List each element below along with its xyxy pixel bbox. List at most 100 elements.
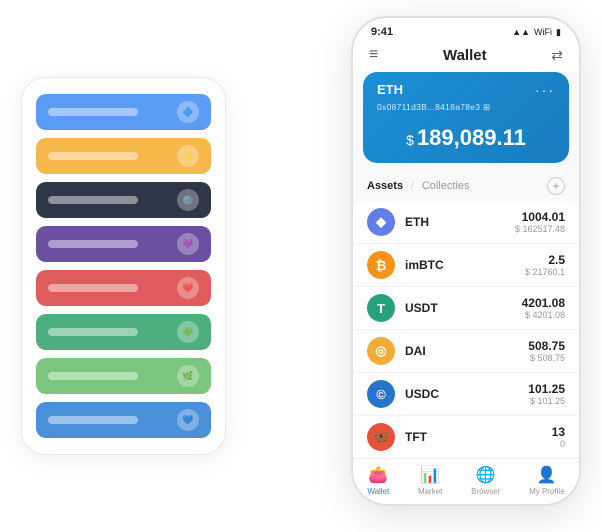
asset-usd: $ 21760.1: [525, 267, 565, 277]
phone-mockup: 9:41 ▲▲ WiFi ▮ ≡ Wallet ⇄ ETH ··· 0x0871: [351, 16, 581, 506]
asset-amount: 2.5: [525, 253, 565, 267]
eth-card: ETH ··· 0x08711d3B...8418a78e3 ⊞ $189,08…: [363, 72, 569, 163]
card-item-light-green-card[interactable]: 🌿: [36, 358, 211, 394]
asset-amount: 508.75: [528, 339, 565, 353]
asset-name-usdt: USDT: [405, 301, 522, 315]
nav-icon-wallet: 👛: [368, 465, 388, 485]
nav-label-market: Market: [418, 487, 442, 496]
asset-usd: $ 162517.48: [515, 224, 565, 234]
nav-icon-browser: 🌐: [476, 465, 496, 485]
asset-name-dai: DAI: [405, 344, 528, 358]
nav-icon-market: 📊: [420, 465, 440, 485]
card-item-icon: ⭐: [177, 145, 199, 167]
asset-usd: 0: [552, 439, 565, 449]
status-bar: 9:41 ▲▲ WiFi ▮: [353, 18, 579, 42]
card-item-purple-card[interactable]: 💜: [36, 226, 211, 262]
card-item-label: [48, 372, 138, 380]
asset-name-usdc: USDC: [405, 387, 528, 401]
card-item-dark-card[interactable]: ⚙️: [36, 182, 211, 218]
asset-amount: 13: [552, 425, 565, 439]
card-item-label: [48, 328, 138, 336]
card-stack: 🔷 ⭐ ⚙️ 💜 ❤️ 💚 🌿 💙: [21, 77, 226, 455]
nav-icon-profile: 👤: [537, 465, 557, 485]
asset-row-tft[interactable]: 🦋 TFT 13 0: [353, 416, 579, 458]
eth-balance-prefix: $: [406, 132, 414, 148]
nav-label-browser: Browser: [471, 487, 500, 496]
asset-values-imbtc: 2.5 $ 21760.1: [525, 253, 565, 277]
asset-row-eth[interactable]: ◆ ETH 1004.01 $ 162517.48: [353, 201, 579, 244]
asset-values-tft: 13 0: [552, 425, 565, 449]
card-item-icon: ⚙️: [177, 189, 199, 211]
nav-label-wallet: Wallet: [367, 487, 389, 496]
eth-more-icon[interactable]: ···: [535, 82, 555, 98]
menu-icon[interactable]: ≡: [369, 46, 378, 64]
eth-address: 0x08711d3B...8418a78e3 ⊞: [377, 102, 555, 113]
card-item-icon: ❤️: [177, 277, 199, 299]
asset-icon-dai: ◎: [367, 337, 395, 365]
nav-label-profile: My Profile: [529, 487, 565, 496]
nav-item-wallet[interactable]: 👛 Wallet: [367, 465, 389, 496]
card-item-blue-card[interactable]: 🔷: [36, 94, 211, 130]
scan-icon[interactable]: ⇄: [551, 47, 563, 64]
asset-icon-usdc: ©: [367, 380, 395, 408]
signal-icon: ▲▲: [512, 27, 530, 37]
eth-balance: $189,089.11: [377, 121, 555, 151]
card-item-label: [48, 108, 138, 116]
asset-row-usdt[interactable]: T USDT 4201.08 $ 4201.08: [353, 287, 579, 330]
bottom-nav: 👛 Wallet 📊 Market 🌐 Browser 👤 My Profile: [353, 458, 579, 504]
asset-values-dai: 508.75 $ 508.75: [528, 339, 565, 363]
assets-tab-active[interactable]: Assets: [367, 180, 403, 192]
collecties-tab[interactable]: Collecties: [422, 180, 470, 192]
assets-tabs: Assets / Collecties: [367, 180, 470, 192]
scene: 🔷 ⭐ ⚙️ 💜 ❤️ 💚 🌿 💙 9:41 ▲▲: [21, 16, 581, 516]
asset-name-imbtc: imBTC: [405, 258, 525, 272]
status-icons: ▲▲ WiFi ▮: [512, 27, 561, 38]
asset-row-dai[interactable]: ◎ DAI 508.75 $ 508.75: [353, 330, 579, 373]
asset-row-imbtc[interactable]: ₿ imBTC 2.5 $ 21760.1: [353, 244, 579, 287]
battery-icon: ▮: [556, 27, 561, 38]
asset-usd: $ 4201.08: [522, 310, 565, 320]
asset-list: ◆ ETH 1004.01 $ 162517.48 ₿ imBTC 2.5 $ …: [353, 201, 579, 458]
card-item-icon: 💜: [177, 233, 199, 255]
card-item-icon: 💙: [177, 409, 199, 431]
asset-icon-imbtc: ₿: [367, 251, 395, 279]
add-asset-button[interactable]: +: [547, 177, 565, 195]
phone-content: ETH ··· 0x08711d3B...8418a78e3 ⊞ $189,08…: [353, 72, 579, 458]
asset-icon-usdt: T: [367, 294, 395, 322]
card-item-red-card[interactable]: ❤️: [36, 270, 211, 306]
asset-name-tft: TFT: [405, 430, 552, 444]
card-item-icon: 💚: [177, 321, 199, 343]
card-item-yellow-card[interactable]: ⭐: [36, 138, 211, 174]
asset-usd: $ 508.75: [528, 353, 565, 363]
card-item-label: [48, 152, 138, 160]
phone-header: ≡ Wallet ⇄: [353, 42, 579, 72]
card-item-green-card[interactable]: 💚: [36, 314, 211, 350]
asset-amount: 1004.01: [515, 210, 565, 224]
asset-values-usdc: 101.25 $ 101.25: [528, 382, 565, 406]
asset-icon-tft: 🦋: [367, 423, 395, 451]
nav-item-browser[interactable]: 🌐 Browser: [471, 465, 500, 496]
header-title: Wallet: [443, 47, 487, 64]
card-item-label: [48, 284, 138, 292]
asset-values-usdt: 4201.08 $ 4201.08: [522, 296, 565, 320]
card-item-label: [48, 196, 138, 204]
eth-label: ETH: [377, 82, 403, 97]
wifi-icon: WiFi: [534, 27, 552, 37]
asset-usd: $ 101.25: [528, 396, 565, 406]
card-item-blue2-card[interactable]: 💙: [36, 402, 211, 438]
nav-item-profile[interactable]: 👤 My Profile: [529, 465, 565, 496]
asset-values-eth: 1004.01 $ 162517.48: [515, 210, 565, 234]
eth-card-top: ETH ···: [377, 82, 555, 98]
nav-item-market[interactable]: 📊 Market: [418, 465, 442, 496]
assets-header: Assets / Collecties +: [353, 173, 579, 201]
tab-separator: /: [411, 181, 414, 192]
asset-row-usdc[interactable]: © USDC 101.25 $ 101.25: [353, 373, 579, 416]
asset-amount: 4201.08: [522, 296, 565, 310]
asset-icon-eth: ◆: [367, 208, 395, 236]
status-time: 9:41: [371, 26, 393, 38]
card-item-icon: 🔷: [177, 101, 199, 123]
card-item-label: [48, 416, 138, 424]
asset-name-eth: ETH: [405, 215, 515, 229]
card-item-label: [48, 240, 138, 248]
asset-amount: 101.25: [528, 382, 565, 396]
